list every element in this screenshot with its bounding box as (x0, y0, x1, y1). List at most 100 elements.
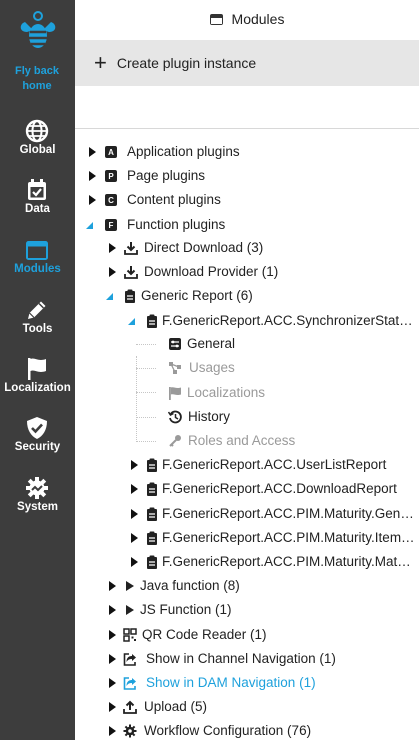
nav-modules[interactable]: Modules (0, 232, 75, 290)
plus-icon: + (94, 50, 107, 75)
tree-node-label: Localizations (187, 385, 266, 400)
sliders-icon (169, 338, 181, 350)
share-square-icon (123, 677, 136, 690)
logo-label[interactable]: Fly back home (9, 64, 65, 94)
tree-node-label: Usages (189, 360, 235, 375)
share-square-icon (123, 653, 136, 666)
clipboard-icon (147, 555, 157, 569)
box-p-icon: P (105, 170, 117, 182)
clipboard-icon (147, 482, 157, 496)
nav-global[interactable]: Global (0, 113, 75, 171)
nav-system[interactable]: System (0, 470, 75, 528)
tree-node-label: Page plugins (127, 168, 206, 183)
gear-icon (123, 724, 137, 738)
expand-toggle[interactable] (108, 672, 118, 694)
collapse-toggle[interactable] (128, 310, 138, 332)
tree-node-label: F.GenericReport.ACC.PIM.Maturity.Mat… (162, 554, 411, 569)
expand-toggle[interactable] (108, 261, 118, 283)
clipboard-icon (147, 531, 157, 545)
window-icon (209, 13, 223, 25)
expand-toggle[interactable] (130, 551, 140, 573)
tree-guide (136, 441, 156, 442)
expand-toggle[interactable] (108, 720, 118, 742)
nav-label: Tools (22, 323, 53, 335)
shield-check-icon (27, 417, 47, 439)
sidebar: Fly back home Global Data Modules Tools … (0, 0, 75, 740)
expand-toggle[interactable] (130, 503, 140, 525)
upload-icon (123, 700, 137, 714)
tree-node-label: General (187, 336, 236, 351)
expand-toggle[interactable] (88, 165, 98, 187)
play-icon (126, 605, 134, 615)
tree-node-label: JS Function (1) (140, 602, 232, 617)
tree-node-label: Direct Download (3) (144, 240, 264, 255)
tree-node-label: QR Code Reader (1) (142, 627, 267, 642)
nav-security[interactable]: Security (0, 410, 75, 468)
expand-toggle[interactable] (108, 648, 118, 670)
nav-label: Global (19, 144, 56, 156)
tree-node-label: Download Provider (1) (144, 264, 279, 279)
expand-toggle[interactable] (88, 189, 98, 211)
tree-node-label: Show in DAM Navigation (1) (146, 675, 316, 690)
nav-localization[interactable]: Localization (0, 351, 75, 409)
tree-node-label: Java function (8) (140, 578, 240, 593)
tree-guide (136, 417, 156, 418)
collapse-toggle[interactable] (86, 214, 96, 236)
create-plugin-instance-button[interactable]: + Create plugin instance (75, 40, 419, 86)
expand-toggle[interactable] (108, 575, 118, 597)
qrcode-icon (123, 628, 137, 642)
expand-toggle[interactable] (108, 624, 118, 646)
tree-node-label: Application plugins (127, 144, 240, 159)
nav-tools[interactable]: Tools (0, 292, 75, 350)
create-label: Create plugin instance (116, 55, 257, 71)
play-icon (126, 581, 134, 591)
box-c-icon: C (105, 194, 117, 206)
pencil-icon (28, 301, 46, 319)
tree-node-label: F.GenericReport.ACC.PIM.Maturity.Gen… (162, 506, 414, 521)
bee-logo-icon[interactable] (17, 10, 59, 52)
tree-node-label: F.GenericReport.ACC.UserListReport (162, 457, 387, 472)
tree-guide (136, 344, 156, 345)
divider (75, 128, 419, 129)
clipboard-icon (147, 458, 157, 472)
nav-label: Data (25, 203, 50, 215)
box-f-icon: F (105, 219, 117, 231)
nav-data[interactable]: Data (0, 172, 75, 230)
download-icon (124, 242, 138, 255)
expand-toggle[interactable] (130, 478, 140, 500)
flag-icon (169, 387, 181, 400)
clipboard-icon (147, 507, 157, 521)
tree-node-label: Generic Report (6) (141, 288, 253, 303)
key-icon (169, 435, 181, 447)
globe-icon (25, 119, 49, 143)
tree-node-label: Upload (5) (144, 699, 208, 714)
tree-guide (136, 392, 156, 393)
calendar-check-icon (28, 179, 46, 200)
tree-node-label: Show in Channel Navigation (1) (146, 651, 336, 666)
expand-toggle[interactable] (130, 527, 140, 549)
expand-toggle[interactable] (108, 237, 118, 259)
tree-guide (136, 368, 156, 369)
nav-label: Security (14, 441, 61, 453)
tree-node-label: Workflow Configuration (76) (144, 723, 312, 738)
collapse-toggle[interactable] (106, 285, 116, 307)
flag-icon (28, 358, 46, 380)
expand-toggle[interactable] (130, 454, 140, 476)
clipboard-icon (125, 289, 135, 303)
download-icon (124, 266, 138, 279)
page-title: Modules (231, 11, 285, 27)
tree-node-label: Function plugins (127, 217, 226, 232)
expand-toggle[interactable] (108, 696, 118, 718)
tree-node-label: F.GenericReport.ACC.PIM.Maturity.Item… (162, 530, 415, 545)
tree-node-label: Content plugins (127, 192, 221, 207)
fly-back-home-link[interactable]: Fly back home (0, 10, 75, 92)
box-a-icon: A (105, 146, 117, 158)
share-nodes-icon (169, 362, 181, 374)
expand-toggle[interactable] (108, 599, 118, 621)
page-header: Modules (75, 0, 419, 38)
expand-toggle[interactable] (88, 141, 98, 163)
tree-node-label: History (188, 409, 231, 424)
nav-label: System (17, 501, 58, 513)
nav-label: Localization (4, 382, 71, 394)
nav-label: Modules (14, 263, 61, 275)
